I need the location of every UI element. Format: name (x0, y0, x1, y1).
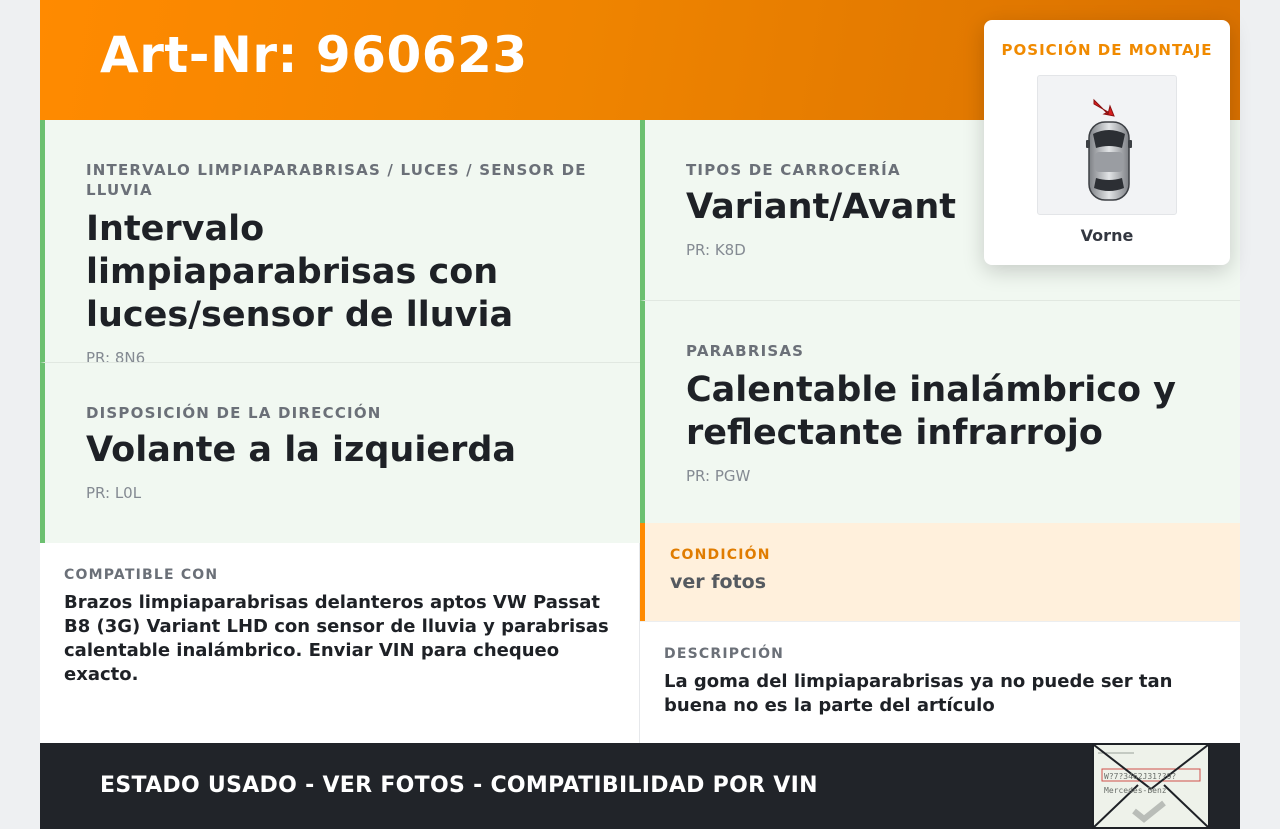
spec-steering-label: DISPOSICIÓN DE LA DIRECCIÓN (86, 404, 382, 422)
footer-text: ESTADO USADO - VER FOTOS - COMPATIBILIDA… (100, 773, 818, 798)
description-section: DESCRIPCIÓN La goma del limpiaparabrisas… (640, 621, 1240, 743)
spec-windshield-label: PARABRISAS (686, 342, 805, 360)
stamp-vin: W?7?3462J31??9? (1104, 772, 1176, 781)
description-label: DESCRIPCIÓN (664, 646, 785, 662)
spec-steering-value: Volante a la izquierda (86, 430, 517, 470)
article-number-title: Art-Nr: 960623 (100, 26, 528, 84)
spec-windshield: PARABRISAS Calentable inalámbrico y refl… (640, 300, 1240, 523)
condition-value: ver fotos (670, 571, 767, 593)
footer-bar: ESTADO USADO - VER FOTOS - COMPATIBILIDA… (40, 743, 1240, 829)
stamp-brand: Mercedes-Benz (1104, 786, 1167, 795)
compatible-section: COMPATIBLE CON Brazos limpiaparabrisas d… (40, 543, 640, 743)
compatible-label: COMPATIBLE CON (64, 567, 219, 583)
description-text: La goma del limpiaparabrisas ya no puede… (664, 671, 1173, 716)
mounting-position-caption: Vorne (1080, 226, 1134, 245)
condition-label: CONDICIÓN (670, 547, 771, 563)
envelope-stamp-icon: W?7?3462J31??9? Mercedes-Benz (1092, 743, 1210, 829)
car-top-view-icon (1037, 75, 1177, 215)
condition-box: CONDICIÓN ver fotos (640, 523, 1240, 621)
spec-wiper-value: Intervalo limpiaparabrisas con luces/sen… (86, 209, 514, 335)
mounting-position-title: POSICIÓN DE MONTAJE (1001, 41, 1213, 59)
mounting-position-card: POSICIÓN DE MONTAJE Vorne (984, 20, 1230, 265)
spec-wiper: INTERVALO LIMPIAPARABRISAS / LUCES / SEN… (40, 120, 640, 367)
spec-windshield-value: Calentable inalámbrico y reflectante inf… (686, 370, 1176, 453)
stamp-drawing: W?7?3462J31??9? Mercedes-Benz (1093, 744, 1209, 828)
spec-wiper-label: INTERVALO LIMPIAPARABRISAS / LUCES / SEN… (86, 161, 587, 199)
spec-windshield-pr-code: PR: PGW (686, 467, 751, 485)
spec-steering: DISPOSICIÓN DE LA DIRECCIÓN Volante a la… (40, 362, 640, 543)
compatible-text: Brazos limpiaparabrisas delanteros aptos… (64, 592, 609, 685)
spec-steering-pr-code: PR: L0L (86, 484, 142, 502)
car-diagram (1086, 98, 1132, 201)
